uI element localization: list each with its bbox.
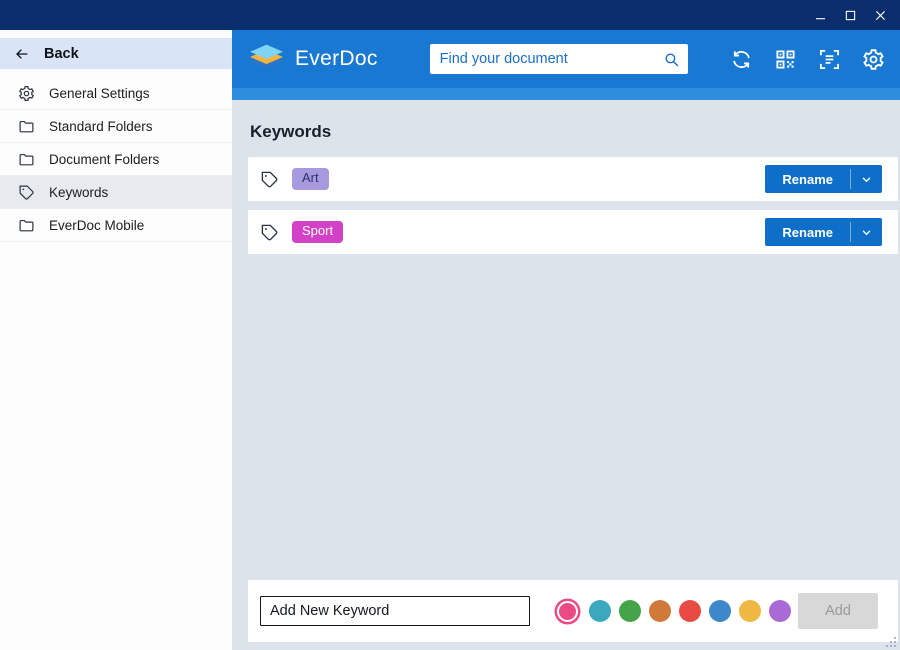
sidebar-item-label: EverDoc Mobile [49, 218, 144, 233]
keywords-panel: Keywords Art Rename Sport [232, 100, 900, 650]
keyword-badge: Art [292, 168, 329, 189]
page-title: Keywords [250, 122, 898, 142]
folder-icon [18, 217, 35, 234]
qr-code-icon[interactable] [773, 47, 798, 72]
sidebar-item-general-settings[interactable]: General Settings [0, 77, 232, 110]
sidebar-item-standard-folders[interactable]: Standard Folders [0, 110, 232, 143]
chevron-down-icon[interactable] [851, 165, 882, 193]
color-swatches [554, 600, 791, 622]
minimize-icon [815, 10, 826, 21]
color-swatch[interactable] [769, 600, 791, 622]
sidebar-menu: General Settings Standard Folders Docume… [0, 77, 232, 242]
sidebar-item-label: Keywords [49, 185, 108, 200]
keyword-badge: Sport [292, 221, 343, 242]
sidebar-item-label: General Settings [49, 86, 150, 101]
sidebar-item-document-folders[interactable]: Document Folders [0, 143, 232, 176]
tag-icon [260, 170, 279, 189]
keyword-row: Art Rename [248, 157, 898, 201]
sidebar-item-label: Standard Folders [49, 119, 153, 134]
color-swatch[interactable] [679, 600, 701, 622]
everdoc-logo-icon [248, 44, 285, 74]
back-arrow-icon [14, 46, 30, 62]
color-swatch[interactable] [709, 600, 731, 622]
everdoc-window: Back General Settings Standard Folders D… [0, 0, 900, 650]
back-label: Back [44, 46, 79, 62]
add-button[interactable]: Add [798, 593, 878, 629]
resize-grip[interactable] [885, 636, 897, 648]
settings-gear-icon[interactable] [861, 47, 886, 72]
tag-icon [18, 184, 35, 201]
color-swatch[interactable] [589, 600, 611, 622]
keyword-row: Sport Rename [248, 210, 898, 254]
maximize-button[interactable] [838, 3, 862, 27]
close-icon [875, 10, 886, 21]
search-box [430, 44, 688, 74]
sync-icon[interactable] [729, 47, 754, 72]
titlebar [0, 0, 900, 30]
back-button[interactable]: Back [0, 38, 232, 69]
scan-icon[interactable] [817, 47, 842, 72]
main-area: EverDoc [232, 30, 900, 650]
app-name: EverDoc [295, 47, 378, 71]
close-button[interactable] [868, 3, 892, 27]
sidebar-item-label: Document Folders [49, 152, 159, 167]
add-keyword-bar: Add [248, 580, 898, 642]
app-header: EverDoc [232, 30, 900, 88]
gear-icon [18, 85, 35, 102]
tag-icon [260, 223, 279, 242]
search-input[interactable] [440, 51, 663, 67]
sidebar: Back General Settings Standard Folders D… [0, 30, 232, 650]
sidebar-item-everdoc-mobile[interactable]: EverDoc Mobile [0, 209, 232, 242]
header-icons [729, 47, 886, 72]
folder-icon [18, 151, 35, 168]
rename-button[interactable]: Rename [765, 165, 882, 193]
rename-button-label: Rename [765, 165, 850, 193]
rename-button-label: Rename [765, 218, 850, 246]
color-swatch[interactable] [619, 600, 641, 622]
rename-button[interactable]: Rename [765, 218, 882, 246]
header-strip [232, 88, 900, 100]
folder-icon [18, 118, 35, 135]
new-keyword-input[interactable] [260, 596, 530, 626]
sidebar-item-keywords[interactable]: Keywords [0, 176, 232, 209]
minimize-button[interactable] [808, 3, 832, 27]
color-swatch[interactable] [649, 600, 671, 622]
search-icon[interactable] [663, 51, 680, 68]
maximize-icon [845, 10, 856, 21]
chevron-down-icon[interactable] [851, 218, 882, 246]
color-swatch[interactable] [739, 600, 761, 622]
color-swatch-selected[interactable] [557, 601, 578, 622]
